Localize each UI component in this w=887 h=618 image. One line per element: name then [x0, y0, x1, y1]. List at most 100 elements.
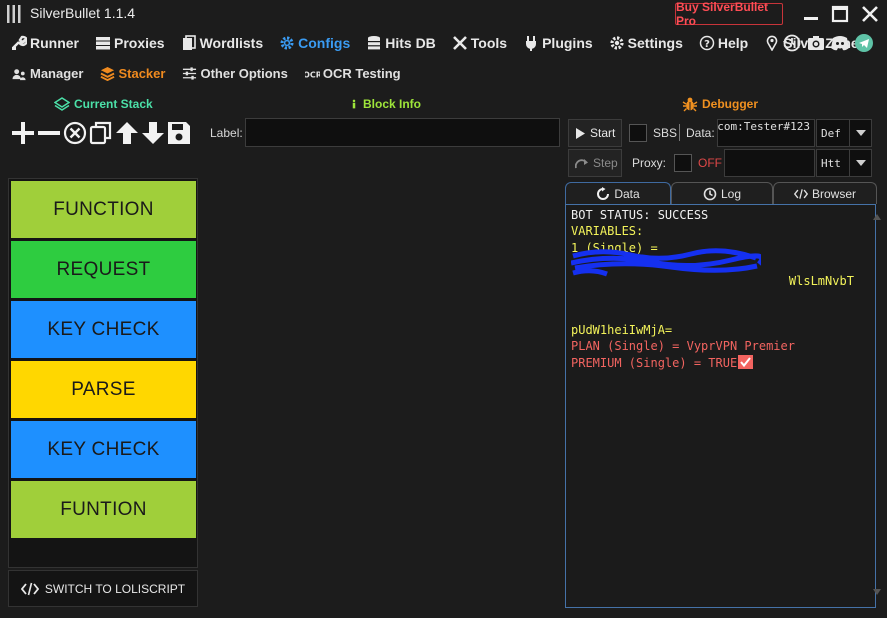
- title-bar: SilverBullet 1.1.4 Buy SilverBullet Pro: [0, 0, 887, 28]
- check-mark-icon: [738, 354, 754, 369]
- block-key-check[interactable]: KEY CHECK: [11, 421, 196, 478]
- server-icon: [96, 37, 110, 50]
- telegram-button[interactable]: [853, 32, 875, 54]
- history-icon: [783, 34, 801, 52]
- location-pin-icon: [766, 35, 778, 51]
- ocr-icon: OCR: [305, 70, 320, 79]
- camera-icon: [808, 36, 824, 50]
- debugger-output[interactable]: BOT STATUS: SUCCESS VARIABLES: 1 (Single…: [565, 204, 876, 608]
- history-button[interactable]: [781, 32, 803, 54]
- layers-icon: [100, 66, 115, 81]
- menu-plugins[interactable]: Plugins: [512, 30, 598, 56]
- test-data-input[interactable]: user@example.com:Tester#123: [717, 119, 815, 147]
- svg-text:OCR: OCR: [305, 70, 320, 79]
- arrow-down-icon: [141, 122, 164, 144]
- discord-button[interactable]: [829, 32, 851, 54]
- block-function[interactable]: FUNTION: [11, 481, 196, 538]
- menu-help[interactable]: ? Help: [688, 30, 753, 56]
- submenu-stacker[interactable]: Stacker: [88, 66, 170, 81]
- test-proxy-input[interactable]: [724, 149, 815, 177]
- submenu-ocr-testing[interactable]: OCR OCR Testing: [293, 66, 406, 81]
- block-request[interactable]: REQUEST: [11, 241, 196, 298]
- scroll-up-icon[interactable]: [873, 214, 881, 220]
- svg-text:?: ?: [704, 39, 710, 50]
- block-function[interactable]: FUNCTION: [11, 181, 196, 238]
- move-down-button[interactable]: [140, 119, 165, 147]
- plan-line: PLAN (Single) = VyprVPN Premier: [571, 339, 795, 354]
- proxy-checkbox[interactable]: [674, 154, 692, 172]
- minimize-icon[interactable]: [800, 4, 822, 24]
- submenu-other-options[interactable]: Other Options: [170, 66, 292, 81]
- chevron-down-icon: [849, 120, 871, 146]
- maximize-icon[interactable]: [829, 4, 851, 24]
- sbs-label: SBS: [653, 126, 678, 140]
- step-button[interactable]: Step: [568, 149, 622, 177]
- data-label: Data:: [686, 126, 715, 140]
- variable-value-text: WlsLmNvbT: [788, 273, 854, 288]
- move-up-button[interactable]: [114, 119, 139, 147]
- submenu-manager[interactable]: Manager: [0, 66, 88, 81]
- info-icon: [352, 99, 356, 109]
- code-icon: [793, 188, 808, 199]
- discord-icon: [831, 36, 849, 51]
- bot-status-line: BOT STATUS: SUCCESS: [571, 208, 709, 222]
- code-icon: [20, 582, 39, 595]
- play-icon: [576, 127, 585, 139]
- close-icon[interactable]: [859, 4, 881, 24]
- redaction-scribble: [571, 248, 761, 277]
- quick-actions: [781, 32, 875, 54]
- minus-icon: [37, 131, 60, 135]
- premium-text: PREMIUM (Single) = TRUE: [571, 355, 738, 370]
- sbs-checkbox[interactable]: [629, 124, 647, 142]
- sliders-icon: [183, 66, 197, 80]
- save-icon: [167, 122, 190, 144]
- block-parse[interactable]: PARSE: [11, 361, 196, 418]
- clone-block-button[interactable]: [88, 119, 113, 147]
- help-icon: ?: [699, 35, 715, 51]
- start-button[interactable]: Start: [568, 119, 622, 147]
- add-block-button[interactable]: [10, 119, 35, 147]
- plus-icon: [11, 122, 34, 144]
- clone-icon: [89, 121, 111, 145]
- premium-line: PREMIUM (Single) = TRUE: [571, 354, 875, 371]
- menu-tools[interactable]: Tools: [441, 30, 512, 56]
- disable-block-button[interactable]: [62, 119, 87, 147]
- arrow-up-icon: [115, 122, 138, 144]
- label-caption: Label:: [210, 126, 243, 140]
- tab-log[interactable]: Log: [671, 182, 773, 204]
- variable-value-line-2: pUdW1heiIwMjA=: [571, 322, 673, 337]
- current-stack-header: Current Stack: [54, 95, 153, 113]
- screenshot-button[interactable]: [805, 32, 827, 54]
- refresh-icon: [597, 186, 610, 200]
- tools-icon: [452, 36, 467, 50]
- label-input[interactable]: [245, 118, 560, 147]
- switch-to-loliscript-button[interactable]: SWITCH TO LOLISCRIPT: [8, 570, 198, 607]
- menu-runner[interactable]: Runner: [0, 30, 84, 56]
- buy-pro-button[interactable]: Buy SilverBullet Pro: [675, 0, 783, 28]
- menu-wordlists[interactable]: Wordlists: [170, 30, 269, 56]
- variable-value-line: WlsLmNvbT: [571, 248, 875, 322]
- menu-configs[interactable]: Configs: [268, 30, 355, 56]
- app-title: SilverBullet 1.1.4: [30, 5, 136, 21]
- bug-icon: [682, 97, 698, 112]
- menu-proxies[interactable]: Proxies: [84, 30, 170, 56]
- main-menu: Runner Proxies Wordlists Configs Hits DB…: [0, 30, 864, 56]
- tab-browser[interactable]: Browser: [773, 182, 877, 204]
- menu-settings[interactable]: Settings: [598, 30, 688, 56]
- cog-icon: [280, 36, 294, 50]
- menu-hits-db[interactable]: Hits DB: [355, 30, 441, 56]
- save-button[interactable]: [166, 119, 191, 147]
- redo-icon: [575, 158, 588, 168]
- proxy-type-select[interactable]: Htt: [816, 149, 872, 177]
- data-type-select[interactable]: Def: [816, 119, 872, 147]
- scroll-down-icon[interactable]: [873, 589, 881, 595]
- block-info-header: Block Info: [349, 95, 421, 113]
- block-key-check[interactable]: KEY CHECK: [11, 301, 196, 358]
- remove-block-button[interactable]: [36, 119, 61, 147]
- app-logo-icon: [7, 5, 21, 23]
- circle-x-icon: [63, 121, 86, 145]
- files-icon: [182, 35, 196, 50]
- history-icon: [703, 187, 717, 200]
- debugger-header: Debugger: [682, 95, 758, 113]
- tab-data[interactable]: Data: [565, 182, 671, 204]
